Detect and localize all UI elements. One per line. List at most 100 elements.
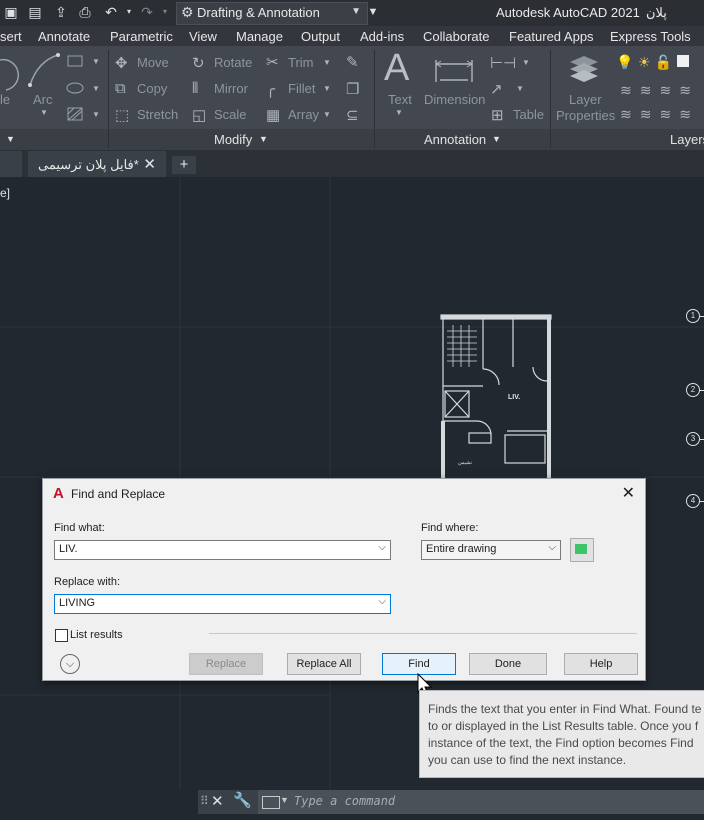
layer-state-icons[interactable]: 💡 ☀ 🔓 [616, 54, 704, 70]
ellipse-dropdown-icon[interactable]: ▼ [92, 84, 100, 93]
previous-doc-tab[interactable] [0, 151, 22, 177]
tab-parametric[interactable]: Parametric [110, 29, 173, 44]
chevron-down-icon[interactable]: ▼ [280, 795, 289, 805]
draw-panel-dropdown-icon[interactable]: ▼ [6, 134, 15, 144]
chevron-down-icon[interactable]: ⌵ [378, 596, 386, 607]
floor-plan-drawing[interactable] [437, 311, 557, 481]
rectangle-dropdown-icon[interactable]: ▼ [92, 57, 100, 66]
linear-dim-dropdown-icon[interactable]: ▼ [522, 58, 530, 67]
linear-dim-icon[interactable]: ⊢⊣ [490, 54, 516, 72]
tab-featured-apps[interactable]: Featured Apps [509, 29, 594, 44]
move-button[interactable]: Move [137, 55, 169, 70]
layer-color-swatch[interactable] [676, 55, 689, 67]
leader-icon[interactable]: ↗ [490, 80, 503, 98]
undo-dropdown-icon[interactable]: ▾ [120, 3, 138, 21]
command-history-icon[interactable] [262, 796, 280, 809]
grid-bubble[interactable]: 1 [686, 309, 700, 323]
room-label[interactable]: نشیمن [458, 460, 472, 466]
layers-panel-label[interactable]: Layers [670, 132, 704, 147]
dimension-button[interactable]: Dimension [424, 92, 485, 107]
hatch-dropdown-icon[interactable]: ▼ [92, 110, 100, 119]
undo-icon[interactable]: ↶ [102, 3, 120, 21]
bulb-icon[interactable]: 💡 [616, 54, 633, 70]
stretch-button[interactable]: Stretch [137, 107, 178, 122]
workspace-selector[interactable]: ⚙ Drafting & Annotation ▼ [176, 2, 368, 25]
plot-icon[interactable]: ⎙ [76, 3, 94, 21]
offset-icon[interactable]: ⊆ [346, 106, 359, 124]
replace-all-button[interactable]: Replace All [287, 653, 361, 675]
mirror-button[interactable]: Mirror [214, 81, 248, 96]
text-button[interactable]: Text [388, 92, 412, 107]
find-where-select[interactable]: Entire drawing ⌵ [421, 540, 561, 560]
save-icon[interactable]: ▣ [2, 3, 20, 21]
customize-qat-icon[interactable]: ▼ [364, 3, 382, 21]
grid-bubble[interactable]: 2 [686, 383, 700, 397]
tab-annotate[interactable]: Annotate [38, 29, 90, 44]
list-results-label[interactable]: List results [70, 629, 123, 641]
chevron-down-icon[interactable]: ⌵ [548, 542, 556, 553]
redo-icon[interactable]: ↷ [138, 3, 156, 21]
layer-properties-button-line1[interactable]: Layer [569, 92, 602, 107]
ribbon-arc-label[interactable]: Arc [33, 92, 53, 107]
text-dropdown-icon[interactable]: ▼ [395, 108, 403, 117]
list-results-checkbox[interactable] [55, 629, 68, 642]
expand-options-icon[interactable]: ⌵ [60, 654, 80, 674]
layer-tools-row1-icons[interactable]: ≋≋≋≋ [620, 82, 699, 99]
scale-button[interactable]: Scale [214, 107, 247, 122]
rotate-button[interactable]: Rotate [214, 55, 252, 70]
replace-button[interactable]: Replace [189, 653, 263, 675]
tab-view[interactable]: View [189, 29, 217, 44]
erase-icon[interactable]: ✎ [346, 53, 359, 71]
save-as-icon[interactable]: ▤ [26, 3, 44, 21]
ribbon-line-label[interactable]: le [0, 92, 10, 107]
fillet-button[interactable]: Fillet [288, 81, 315, 96]
grid-bubble[interactable]: 3 [686, 432, 700, 446]
close-dialog-icon[interactable]: ✕ [622, 483, 635, 503]
draw-panel-icons [0, 53, 84, 121]
trim-button[interactable]: Trim [288, 55, 314, 70]
tab-insert[interactable]: sert [0, 29, 22, 44]
array-button[interactable]: Array [288, 107, 319, 122]
modify-panel-label[interactable]: Modify [214, 132, 252, 147]
tab-output[interactable]: Output [301, 29, 340, 44]
arc-dropdown-icon[interactable]: ▼ [40, 108, 48, 117]
move-icon: ✥ [115, 55, 128, 72]
layer-properties-button-line2[interactable]: Properties [556, 108, 615, 123]
room-label[interactable]: LIV. [508, 394, 520, 401]
close-command-line-icon[interactable]: ✕ [211, 792, 224, 810]
redo-dropdown-icon[interactable]: ▾ [156, 3, 174, 21]
explode-icon[interactable]: ❐ [346, 80, 359, 98]
command-input[interactable]: ▼ Type a command [258, 790, 704, 814]
find-replace-dialog: A Find and Replace ✕ Find what: LIV. ⌵ R… [42, 478, 646, 681]
document-tab[interactable]: فایل پلان ترسیمی* ✕ [28, 151, 166, 177]
sun-icon[interactable]: ☀ [638, 54, 651, 70]
trim-dropdown-icon[interactable]: ▼ [323, 58, 331, 67]
select-objects-button[interactable] [570, 538, 594, 562]
annotation-panel-dropdown-icon[interactable]: ▼ [492, 134, 501, 144]
find-what-input[interactable]: LIV. ⌵ [54, 540, 391, 560]
table-button[interactable]: Table [513, 107, 544, 122]
new-tab-button[interactable]: + [172, 156, 196, 174]
done-button[interactable]: Done [469, 653, 547, 675]
wrench-icon[interactable]: 🔧 [233, 791, 252, 809]
tab-add-ins[interactable]: Add-ins [360, 29, 404, 44]
fillet-dropdown-icon[interactable]: ▼ [323, 84, 331, 93]
array-dropdown-icon[interactable]: ▼ [323, 110, 331, 119]
open-web-icon[interactable]: ⇪ [52, 3, 70, 21]
replace-with-input[interactable]: LIVING ⌵ [54, 594, 391, 614]
tab-manage[interactable]: Manage [236, 29, 283, 44]
annotation-panel-label[interactable]: Annotation [424, 132, 486, 147]
grid-bubble[interactable]: 4 [686, 494, 700, 508]
unlock-icon[interactable]: 🔓 [655, 54, 672, 70]
leader-dropdown-icon[interactable]: ▼ [516, 84, 524, 93]
layer-tools-row2-icons[interactable]: ≋≋≋≋ [620, 106, 699, 123]
tab-express-tools[interactable]: Express Tools [610, 29, 691, 44]
copy-button[interactable]: Copy [137, 81, 167, 96]
grip-icon[interactable]: ⠿ [200, 794, 209, 808]
modify-panel-dropdown-icon[interactable]: ▼ [259, 134, 268, 144]
close-tab-icon[interactable]: ✕ [143, 155, 156, 173]
tab-collaborate[interactable]: Collaborate [423, 29, 490, 44]
help-button[interactable]: Help [564, 653, 638, 675]
viewport-controls[interactable]: e] [0, 186, 10, 200]
chevron-down-icon[interactable]: ⌵ [378, 542, 386, 553]
